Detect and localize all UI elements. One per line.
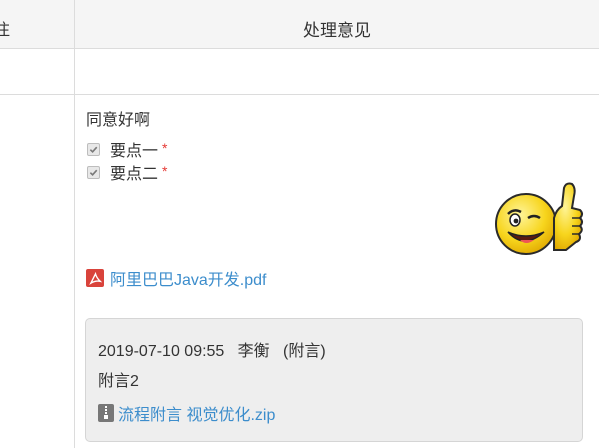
checkbox-checked[interactable] <box>87 165 100 179</box>
checkbox-checked[interactable] <box>87 142 100 156</box>
attachment-link-zip[interactable]: 流程附言 视觉优化.zip <box>98 401 275 425</box>
thumbs-up-wink-emoji-icon <box>495 182 583 255</box>
required-mark: * <box>162 163 168 179</box>
pdf-file-icon <box>86 269 104 287</box>
header-divider <box>0 48 599 49</box>
note-text: 附言2 <box>98 373 139 390</box>
column-divider <box>74 0 75 448</box>
column-header-opinion: 处理意见 <box>303 21 371 40</box>
note-meta: 2019-07-10 09:55 李衡 (附言) <box>98 337 326 361</box>
point-label: 要点二 <box>110 166 159 183</box>
note-author: 李衡 <box>237 343 270 360</box>
left-column-header: 注 <box>0 22 11 39</box>
point-item: 要点二 * <box>86 160 167 184</box>
zip-file-icon <box>98 404 114 422</box>
note-panel: 2019-07-10 09:55 李衡 (附言) 附言2 流程附言 视觉优化.z… <box>85 318 583 442</box>
attachment-link-pdf[interactable]: 阿里巴巴Java开发.pdf <box>86 266 267 290</box>
attachment-name[interactable]: 流程附言 视觉优化.zip <box>118 401 275 425</box>
note-type: (附言) <box>283 343 326 360</box>
point-item: 要点一 * <box>86 137 167 161</box>
attachment-name[interactable]: 阿里巴巴Java开发.pdf <box>110 266 267 290</box>
required-mark: * <box>162 140 168 156</box>
point-label: 要点一 <box>110 143 159 160</box>
opinion-text: 同意好啊 <box>86 112 151 129</box>
note-timestamp: 2019-07-10 09:55 <box>98 343 225 360</box>
row-divider <box>0 94 599 95</box>
